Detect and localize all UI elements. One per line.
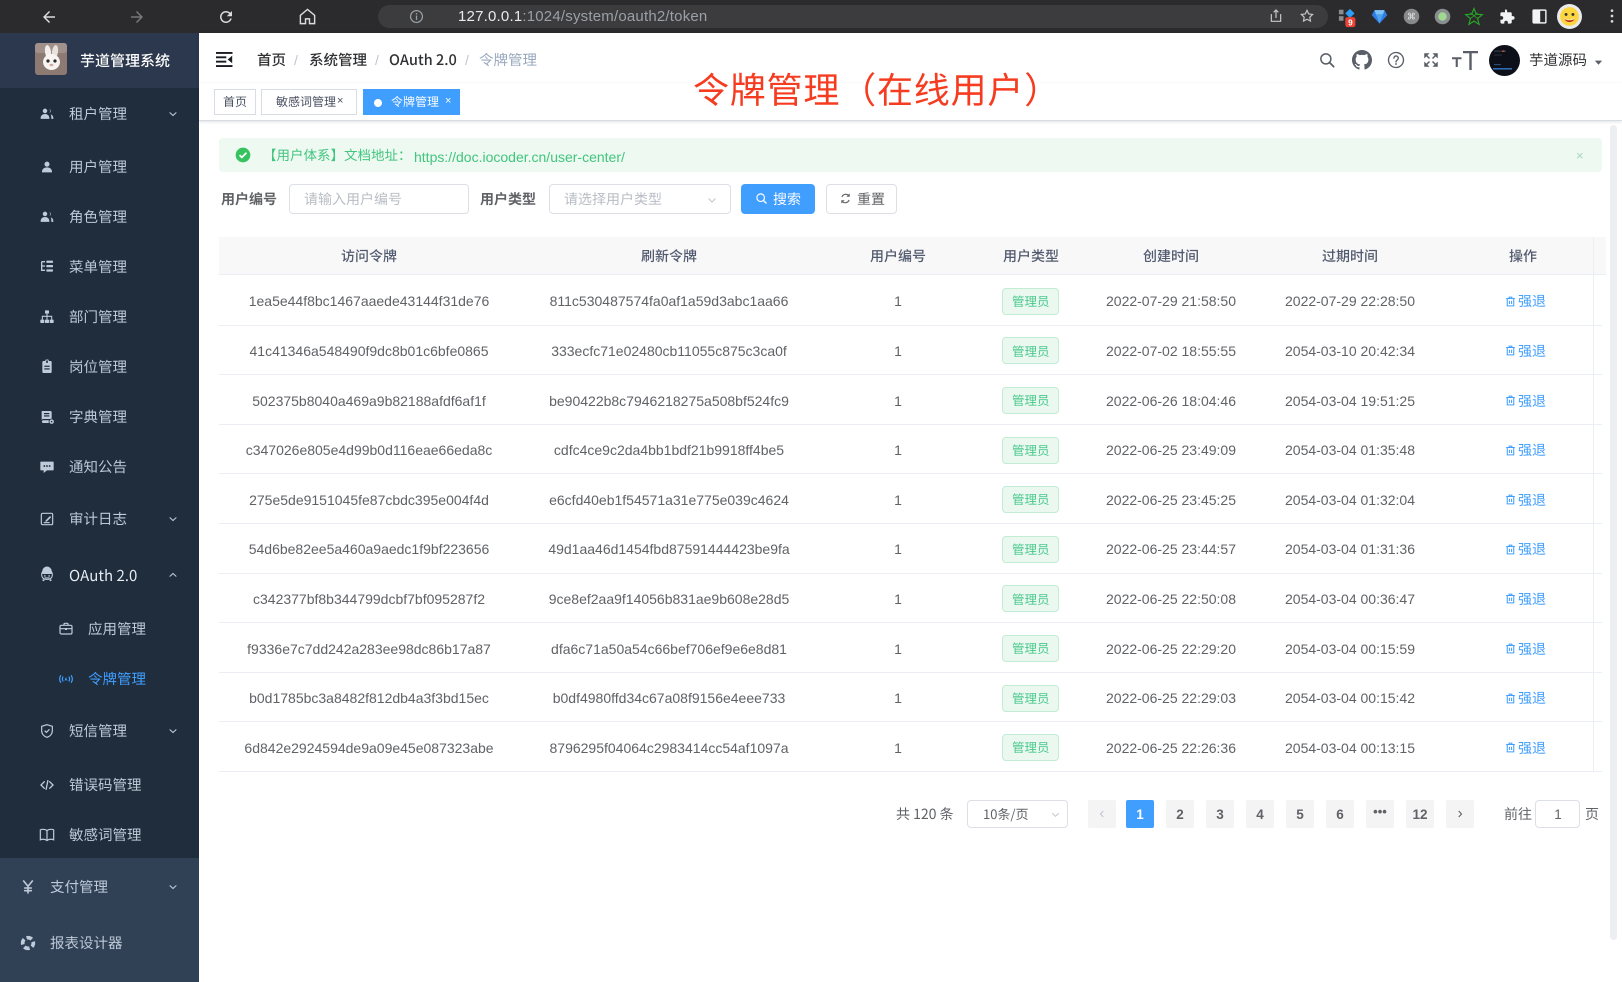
svg-text:⌘: ⌘ xyxy=(1407,12,1416,22)
svg-text:9: 9 xyxy=(1348,18,1353,27)
